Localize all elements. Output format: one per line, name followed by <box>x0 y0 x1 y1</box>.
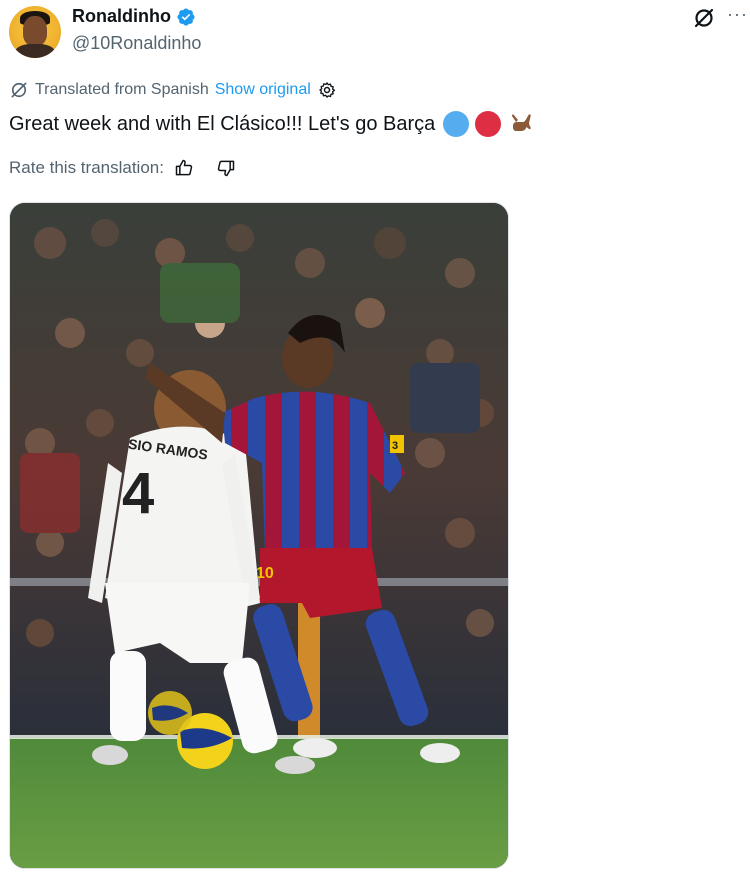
call-me-hand-emoji <box>512 114 531 131</box>
rate-label: Rate this translation: <box>9 158 164 177</box>
thumbs-up-icon[interactable] <box>174 158 194 178</box>
tweet-text: Great week and with El Clásico!!! Let's … <box>9 110 535 138</box>
translation-notice: Translated from Spanish Show original <box>9 80 337 100</box>
tweet-photo[interactable]: 4 SIO RAMOS 3 10 <box>9 202 509 869</box>
rate-translation: Rate this translation: <box>9 158 236 178</box>
translated-label: Translated from Spanish <box>35 81 209 98</box>
avatar-face <box>23 16 47 46</box>
captain-armband: 3 <box>392 440 398 452</box>
author-name-row[interactable]: Ronaldinho <box>72 6 196 27</box>
background-ball <box>148 691 192 735</box>
football-match-image: 4 SIO RAMOS 3 10 <box>10 203 508 868</box>
grok-translate-icon <box>11 82 27 98</box>
verified-badge-icon <box>177 7 195 26</box>
gear-icon[interactable] <box>317 80 337 100</box>
author-handle[interactable]: @10Ronaldinho <box>72 33 201 54</box>
tweet-body: Great week and with El Clásico!!! Let's … <box>9 112 436 135</box>
blue-circle-emoji <box>443 111 470 137</box>
grok-icon[interactable] <box>692 6 716 30</box>
avatar-body <box>15 44 55 58</box>
red-circle-emoji <box>475 111 502 137</box>
shorts-number: 10 <box>256 565 274 582</box>
author-name[interactable]: Ronaldinho <box>72 6 171 27</box>
crowd-background <box>10 203 508 738</box>
avatar[interactable] <box>9 6 61 58</box>
shirt-number: 4 <box>122 461 154 526</box>
more-options-icon[interactable]: ··· <box>727 5 748 23</box>
thumbs-down-icon[interactable] <box>216 158 236 178</box>
show-original-link[interactable]: Show original <box>215 81 311 99</box>
